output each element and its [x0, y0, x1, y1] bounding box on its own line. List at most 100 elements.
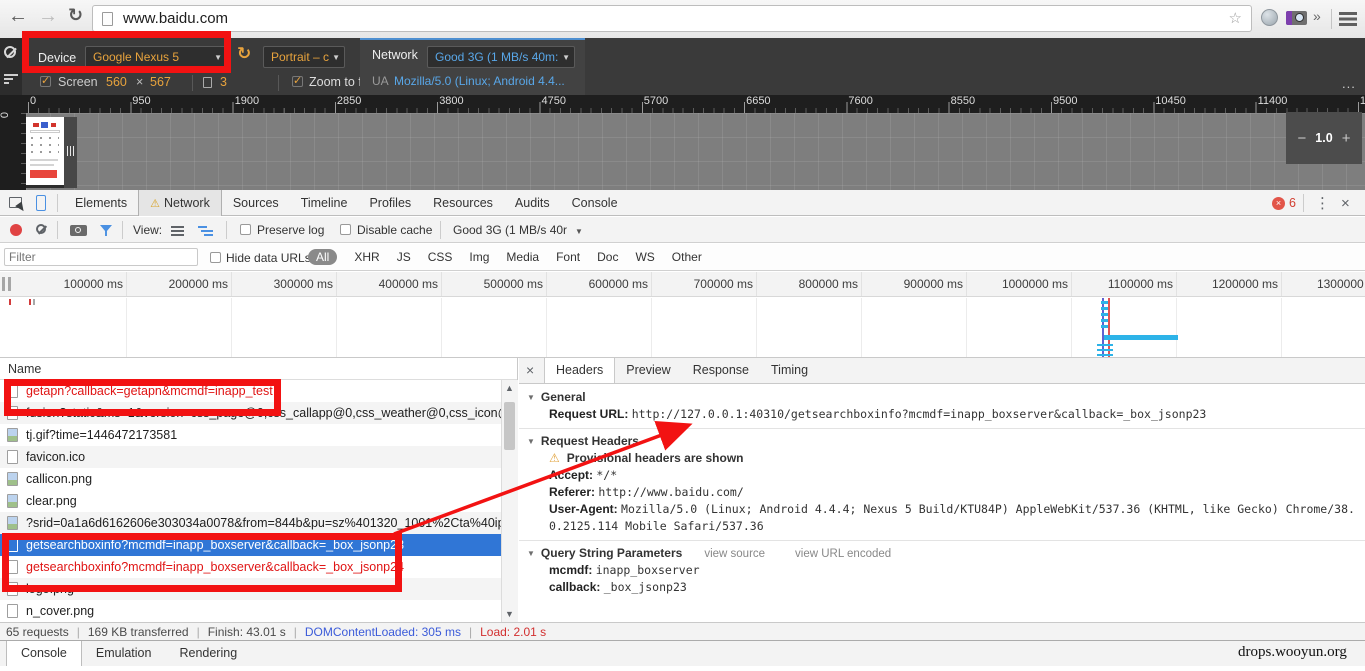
- device-select[interactable]: Google Nexus 5: [85, 46, 227, 68]
- type-filter-pill[interactable]: CSS: [428, 250, 453, 264]
- devtools-menu-icon[interactable]: ⋮: [1315, 194, 1330, 212]
- type-filter-pill[interactable]: Font: [556, 250, 580, 264]
- filter-funnel-icon[interactable]: [100, 225, 112, 236]
- type-filter-pill[interactable]: Doc: [597, 250, 618, 264]
- disclosure-triangle-icon[interactable]: [527, 434, 541, 448]
- throttle-select[interactable]: Good 3G (1 MB/s 40r: [453, 223, 583, 237]
- filter-input[interactable]: [4, 248, 198, 266]
- type-filter-pill[interactable]: Img: [469, 250, 489, 264]
- request-row[interactable]: fusion?static&ms=1&version=css_page@0,cs…: [0, 402, 517, 424]
- request-row[interactable]: clear.png: [0, 490, 517, 512]
- record-icon[interactable]: [10, 224, 22, 236]
- page-thumbnail[interactable]: [26, 117, 64, 188]
- drawer-tab[interactable]: Rendering: [165, 641, 251, 666]
- ua-value[interactable]: Mozilla/5.0 (Linux; Android 4.4...: [394, 74, 565, 88]
- request-row[interactable]: ?srid=0a1a6d6162606e303034a0078&from=844…: [0, 512, 517, 534]
- devtools-tab[interactable]: Timeline: [290, 190, 359, 216]
- zoom-in-button[interactable]: +: [1342, 130, 1351, 147]
- url-text[interactable]: www.baidu.com: [123, 10, 228, 27]
- timeline-tick-label: 600000 ms: [547, 272, 652, 296]
- type-filter-pill[interactable]: JS: [397, 250, 411, 264]
- disclosure-triangle-icon[interactable]: [527, 546, 541, 560]
- request-row[interactable]: getsearchboxinfo?mcmdf=inapp_boxserver&c…: [0, 556, 517, 578]
- devtools-tab[interactable]: Audits: [504, 190, 561, 216]
- scrollbar-thumb[interactable]: [504, 402, 515, 450]
- error-badge-icon[interactable]: ×: [1272, 197, 1285, 210]
- timeline-overview[interactable]: [0, 298, 1365, 358]
- waterfall-requests: [1097, 344, 1113, 357]
- request-row[interactable]: callicon.png: [0, 468, 517, 490]
- clear-icon[interactable]: [36, 224, 46, 234]
- screen-checkbox[interactable]: [40, 74, 51, 87]
- details-tab[interactable]: Response: [682, 358, 760, 383]
- address-bar[interactable]: www.baidu.com ☆: [92, 5, 1252, 32]
- rotate-icon[interactable]: ↻: [237, 44, 251, 64]
- request-row[interactable]: n_cover.png: [0, 600, 517, 622]
- globe-extension-icon[interactable]: [1261, 9, 1278, 26]
- dpr-value[interactable]: 3: [220, 75, 227, 89]
- warning-icon: [150, 196, 164, 210]
- scroll-up-icon[interactable]: [505, 383, 514, 393]
- type-filter-pill[interactable]: All: [308, 249, 338, 265]
- devtools-tab[interactable]: Profiles: [358, 190, 422, 216]
- hide-data-urls-checkbox[interactable]: [210, 252, 221, 263]
- request-row[interactable]: getsearchboxinfo?mcmdf=inapp_boxserver&c…: [0, 534, 517, 556]
- camera-extension-icon[interactable]: [1286, 11, 1307, 25]
- type-filter-pill[interactable]: Other: [672, 250, 702, 264]
- reload-icon[interactable]: ↻: [68, 5, 83, 26]
- type-filter-pill[interactable]: XHR: [354, 250, 379, 264]
- disclosure-triangle-icon[interactable]: [527, 390, 541, 404]
- disable-cache-checkbox[interactable]: [340, 224, 351, 235]
- bookmark-star-icon[interactable]: ☆: [1229, 9, 1242, 27]
- forward-icon[interactable]: →: [38, 5, 58, 28]
- devtools-tab[interactable]: Resources: [422, 190, 504, 216]
- devtools-tab[interactable]: Network: [138, 190, 222, 216]
- details-close-icon[interactable]: [526, 358, 544, 383]
- network-throttle-select[interactable]: Good 3G (1 MB/s 40m:: [427, 46, 575, 68]
- view-source-link[interactable]: view source: [704, 548, 765, 560]
- zoom-out-button[interactable]: −: [1298, 130, 1307, 147]
- request-row[interactable]: logo.png: [0, 578, 517, 600]
- orientation-select[interactable]: Portrait – c: [263, 46, 345, 68]
- scroll-down-icon[interactable]: [505, 609, 514, 619]
- more-options-dots[interactable]: ...: [1342, 76, 1356, 91]
- extensions-overflow-icon[interactable]: »: [1313, 8, 1321, 24]
- network-bars-icon[interactable]: [4, 74, 18, 84]
- screenshot-camera-icon[interactable]: [70, 225, 87, 236]
- warning-icon: [549, 451, 567, 465]
- devtools-tab[interactable]: Sources: [222, 190, 290, 216]
- zoom-to-fit-checkbox[interactable]: [292, 74, 303, 87]
- error-count[interactable]: 6: [1289, 196, 1296, 210]
- type-filter-pill[interactable]: WS: [635, 250, 654, 264]
- screen-width[interactable]: 560: [106, 75, 127, 89]
- device-mode-icon[interactable]: [36, 195, 46, 211]
- devtools-close-icon[interactable]: ×: [1341, 195, 1350, 212]
- viewport-resize-handle[interactable]: [67, 146, 75, 156]
- list-view-icon[interactable]: [171, 226, 184, 236]
- details-tab[interactable]: Preview: [615, 358, 681, 383]
- request-row[interactable]: tj.gif?time=1446472173581: [0, 424, 517, 446]
- screen-height[interactable]: 567: [150, 75, 171, 89]
- preserve-log-checkbox[interactable]: [240, 224, 251, 235]
- details-tab[interactable]: Timing: [760, 358, 819, 383]
- type-filter-pill[interactable]: Media: [506, 250, 539, 264]
- request-row[interactable]: favicon.ico: [0, 446, 517, 468]
- devtools-tab[interactable]: Console: [561, 190, 629, 216]
- waterfall-view-icon[interactable]: [198, 226, 214, 236]
- block-icon[interactable]: [4, 46, 16, 58]
- request-row[interactable]: getapn?callback=getapn&mcmdf=inapp_test: [0, 380, 517, 402]
- inspect-element-icon[interactable]: [9, 197, 22, 208]
- drawer-tab[interactable]: Emulation: [82, 641, 166, 666]
- back-icon[interactable]: ←: [8, 5, 28, 28]
- drawer-tab[interactable]: Console: [6, 641, 82, 666]
- request-headers-section-title[interactable]: Request Headers: [519, 433, 1365, 450]
- name-column-header[interactable]: Name: [0, 358, 517, 380]
- chrome-menu-icon[interactable]: [1339, 12, 1357, 26]
- details-tab[interactable]: Headers: [544, 358, 616, 383]
- param-key: mcmdf:: [549, 563, 593, 577]
- table-scrollbar[interactable]: [501, 380, 518, 622]
- query-params-section-title[interactable]: Query String Parametersview sourceview U…: [519, 545, 1365, 562]
- devtools-tab[interactable]: Elements: [64, 190, 138, 216]
- view-url-encoded-link[interactable]: view URL encoded: [795, 548, 891, 560]
- general-section-title[interactable]: General: [519, 389, 1365, 406]
